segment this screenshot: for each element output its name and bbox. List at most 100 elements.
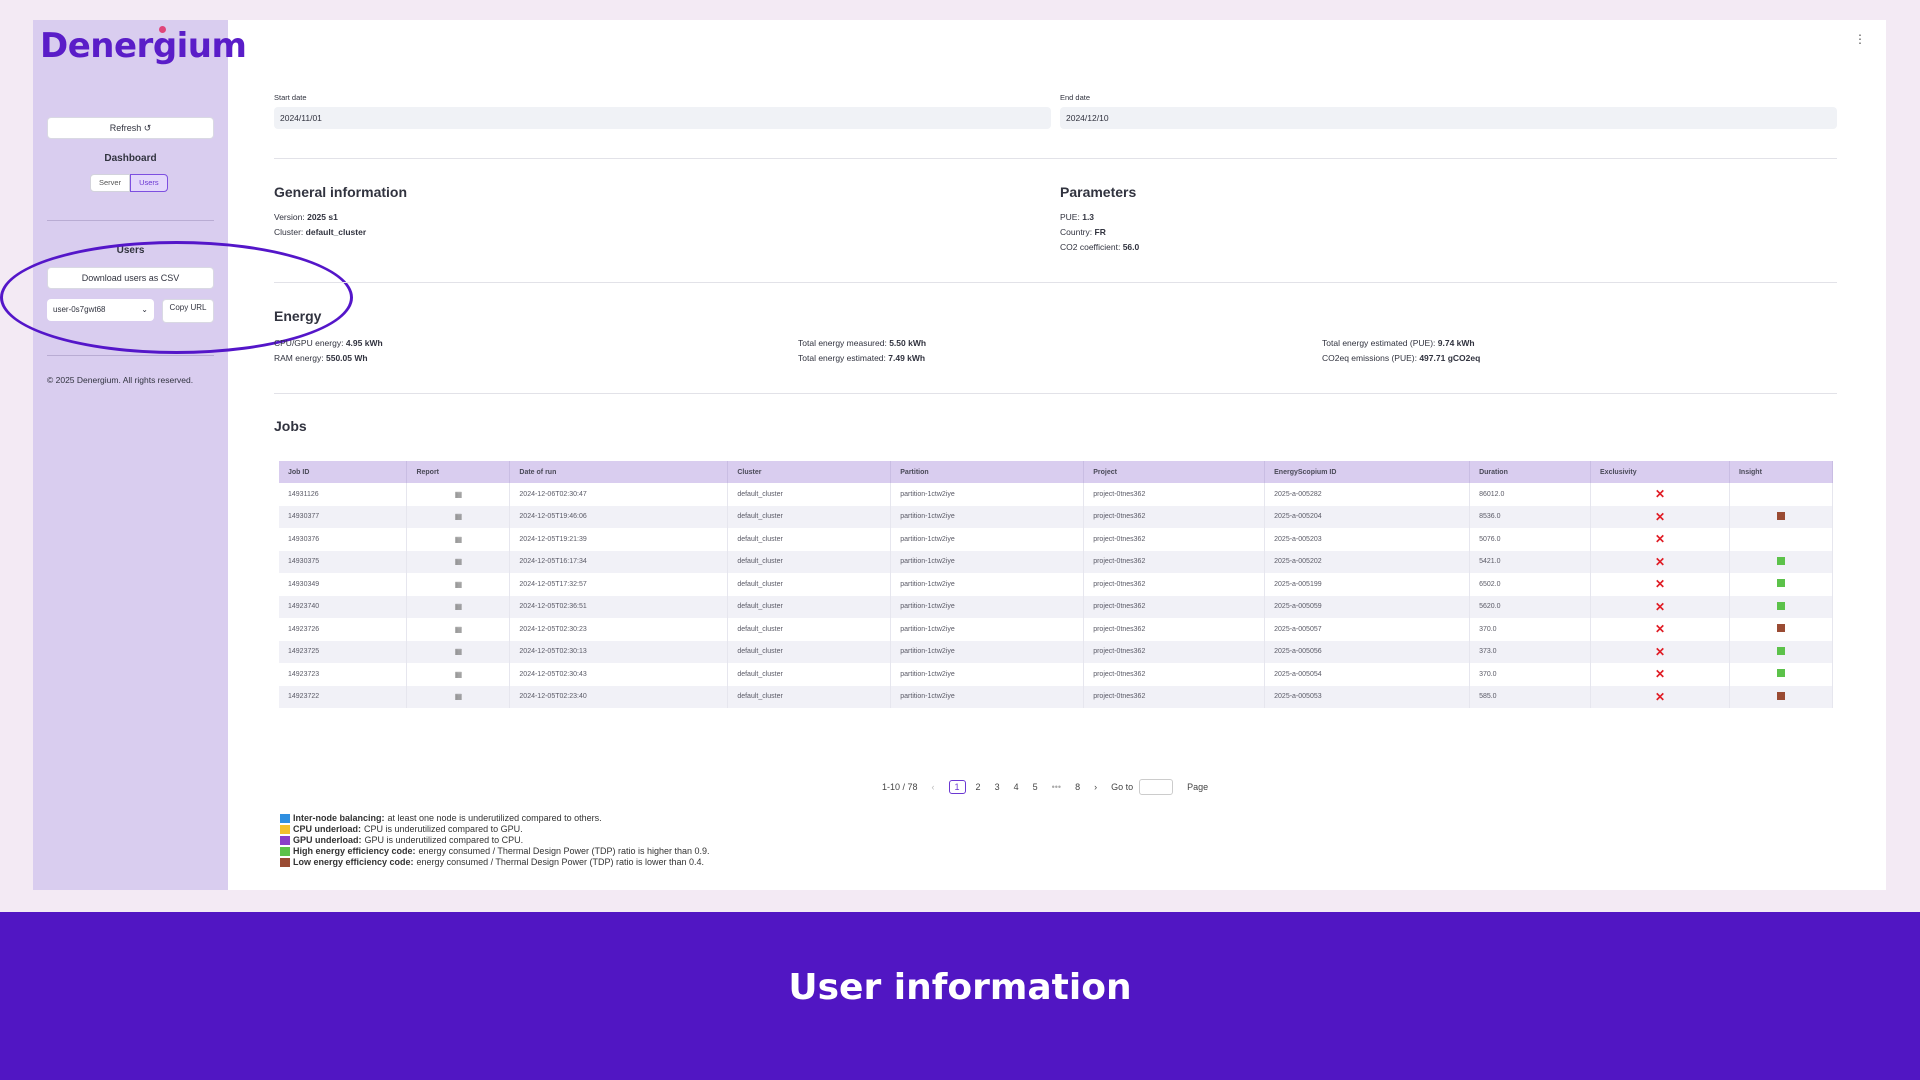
cell-energyscopium-id: 2025-a-005054 bbox=[1264, 663, 1471, 686]
next-page-button[interactable]: › bbox=[1094, 782, 1097, 792]
col-energyscopium-id[interactable]: EnergyScopium ID bbox=[1264, 461, 1471, 483]
page-2-button[interactable]: 2 bbox=[976, 782, 981, 792]
table-row[interactable]: 14930349 ▦ 2024-12-05T17:32:57 default_clus… bbox=[279, 573, 1834, 596]
file-chart-icon[interactable]: ▦ bbox=[455, 670, 463, 679]
table-header-row: Job ID Report Date of run Cluster Partit… bbox=[279, 461, 1834, 483]
legend-desc: GPU is underutilized compared to CPU. bbox=[364, 835, 524, 845]
file-chart-icon[interactable]: ▦ bbox=[455, 490, 463, 499]
x-mark-icon: ✕ bbox=[1654, 667, 1666, 682]
file-chart-icon[interactable]: ▦ bbox=[455, 580, 463, 589]
legend-swatch bbox=[280, 825, 290, 834]
cell-job-id: 14923726 bbox=[279, 618, 408, 641]
col-duration[interactable]: Duration bbox=[1469, 461, 1592, 483]
cell-cluster: default_cluster bbox=[727, 640, 892, 663]
cell-exclusivity: ✕ bbox=[1590, 685, 1730, 708]
table-row[interactable]: 14930376 ▦ 2024-12-05T19:21:39 default_clus… bbox=[279, 528, 1834, 551]
caption-banner: User information bbox=[0, 912, 1920, 1080]
cell-energyscopium-id: 2025-a-005202 bbox=[1264, 550, 1471, 573]
jobs-title: Jobs bbox=[274, 418, 307, 434]
file-chart-icon[interactable]: ▦ bbox=[455, 625, 463, 634]
low-efficiency-icon bbox=[1776, 511, 1785, 520]
file-chart-icon[interactable]: ▦ bbox=[455, 692, 463, 701]
cell-partition: partition-1ctw2iye bbox=[890, 573, 1085, 596]
file-chart-icon[interactable]: ▦ bbox=[455, 512, 463, 521]
file-chart-icon[interactable]: ▦ bbox=[455, 647, 463, 656]
pagination-range: 1-10 / 78 bbox=[882, 782, 918, 792]
cell-report: ▦ bbox=[406, 483, 511, 506]
col-date[interactable]: Date of run bbox=[509, 461, 729, 483]
col-job-id[interactable]: Job ID bbox=[279, 461, 408, 483]
cell-report: ▦ bbox=[406, 550, 511, 573]
file-chart-icon[interactable]: ▦ bbox=[455, 602, 463, 611]
table-row[interactable]: 14930375 ▦ 2024-12-05T16:17:34 default_clus… bbox=[279, 550, 1834, 573]
col-cluster[interactable]: Cluster bbox=[727, 461, 892, 483]
table-row[interactable]: 14923722 ▦ 2024-12-05T02:23:40 default_clus… bbox=[279, 685, 1834, 708]
table-row[interactable]: 14923740 ▦ 2024-12-05T02:36:51 default_clus… bbox=[279, 595, 1834, 618]
cell-insight bbox=[1729, 483, 1834, 506]
cell-exclusivity: ✕ bbox=[1590, 550, 1730, 573]
pue-text: PUE: 1.3 bbox=[1060, 212, 1095, 222]
cell-report: ▦ bbox=[406, 573, 511, 596]
app-window: Denergium Refresh ↺ Dashboard Server Use… bbox=[0, 20, 1886, 890]
high-efficiency-icon bbox=[1776, 669, 1785, 678]
cell-cluster: default_cluster bbox=[727, 573, 892, 596]
cell-project: project-0tnes362 bbox=[1083, 550, 1266, 573]
cell-duration: 585.0 bbox=[1469, 685, 1592, 708]
col-partition[interactable]: Partition bbox=[890, 461, 1085, 483]
cell-exclusivity: ✕ bbox=[1590, 528, 1730, 551]
low-efficiency-icon bbox=[1776, 624, 1785, 633]
page-8-button[interactable]: 8 bbox=[1075, 782, 1080, 792]
more-menu-icon[interactable]: ⋮ bbox=[1854, 32, 1866, 46]
cell-report: ▦ bbox=[406, 505, 511, 528]
table-row[interactable]: 14931126 ▦ 2024-12-06T02:30:47 default_clus… bbox=[279, 483, 1834, 506]
col-project[interactable]: Project bbox=[1083, 461, 1266, 483]
cell-partition: partition-1ctw2iye bbox=[890, 618, 1085, 641]
energy-estimated-pue-text: Total energy estimated (PUE): 9.74 kWh bbox=[1322, 338, 1475, 348]
divider bbox=[274, 158, 1837, 159]
cell-cluster: default_cluster bbox=[727, 483, 892, 506]
cell-energyscopium-id: 2025-a-005204 bbox=[1264, 505, 1471, 528]
cell-job-id: 14923725 bbox=[279, 640, 408, 663]
cell-exclusivity: ✕ bbox=[1590, 505, 1730, 528]
col-exclusivity[interactable]: Exclusivity bbox=[1590, 461, 1730, 483]
start-date-input[interactable]: 2024/11/01 bbox=[274, 107, 1051, 129]
page-4-button[interactable]: 4 bbox=[1014, 782, 1019, 792]
segment-users[interactable]: Users bbox=[130, 174, 168, 192]
cluster-text: Cluster: default_cluster bbox=[274, 227, 367, 237]
cell-job-id: 14931126 bbox=[279, 483, 408, 506]
legend-desc: at least one node is underutilized compa… bbox=[387, 813, 602, 823]
table-row[interactable]: 14923726 ▦ 2024-12-05T02:30:23 default_clus… bbox=[279, 618, 1834, 641]
high-efficiency-icon bbox=[1776, 556, 1785, 565]
cell-insight bbox=[1729, 663, 1834, 686]
table-row[interactable]: 14930377 ▦ 2024-12-05T19:46:06 default_clus… bbox=[279, 505, 1834, 528]
more-pages-ellipsis[interactable]: ••• bbox=[1052, 782, 1061, 792]
cell-report: ▦ bbox=[406, 640, 511, 663]
file-chart-icon[interactable]: ▦ bbox=[455, 535, 463, 544]
cell-insight bbox=[1729, 640, 1834, 663]
refresh-button[interactable]: Refresh ↺ bbox=[47, 117, 214, 139]
sidebar-divider bbox=[47, 220, 214, 221]
cell-project: project-0tnes362 bbox=[1083, 573, 1266, 596]
cell-energyscopium-id: 2025-a-005203 bbox=[1264, 528, 1471, 551]
table-row[interactable]: 14923723 ▦ 2024-12-05T02:30:43 default_clus… bbox=[279, 663, 1834, 686]
page-3-button[interactable]: 3 bbox=[995, 782, 1000, 792]
col-report[interactable]: Report bbox=[406, 461, 511, 483]
col-insight[interactable]: Insight bbox=[1729, 461, 1834, 483]
page-1-button[interactable]: 1 bbox=[948, 780, 966, 794]
high-efficiency-icon bbox=[1776, 579, 1785, 588]
end-date-input[interactable]: 2024/12/10 bbox=[1060, 107, 1837, 129]
cell-project: project-0tnes362 bbox=[1083, 685, 1266, 708]
sidebar: Denergium Refresh ↺ Dashboard Server Use… bbox=[0, 20, 353, 890]
prev-page-button[interactable]: ‹ bbox=[932, 782, 935, 792]
page-5-button[interactable]: 5 bbox=[1033, 782, 1038, 792]
cell-date: 2024-12-05T17:32:57 bbox=[509, 573, 729, 596]
cell-energyscopium-id: 2025-a-005053 bbox=[1264, 685, 1471, 708]
file-chart-icon[interactable]: ▦ bbox=[455, 557, 463, 566]
cell-project: project-0tnes362 bbox=[1083, 618, 1266, 641]
cell-cluster: default_cluster bbox=[727, 528, 892, 551]
goto-page-input[interactable] bbox=[1139, 779, 1174, 795]
table-row[interactable]: 14923725 ▦ 2024-12-05T02:30:13 default_clus… bbox=[279, 640, 1834, 663]
segment-server[interactable]: Server bbox=[90, 174, 131, 192]
cell-partition: partition-1ctw2iye bbox=[890, 640, 1085, 663]
cell-insight bbox=[1729, 685, 1834, 708]
